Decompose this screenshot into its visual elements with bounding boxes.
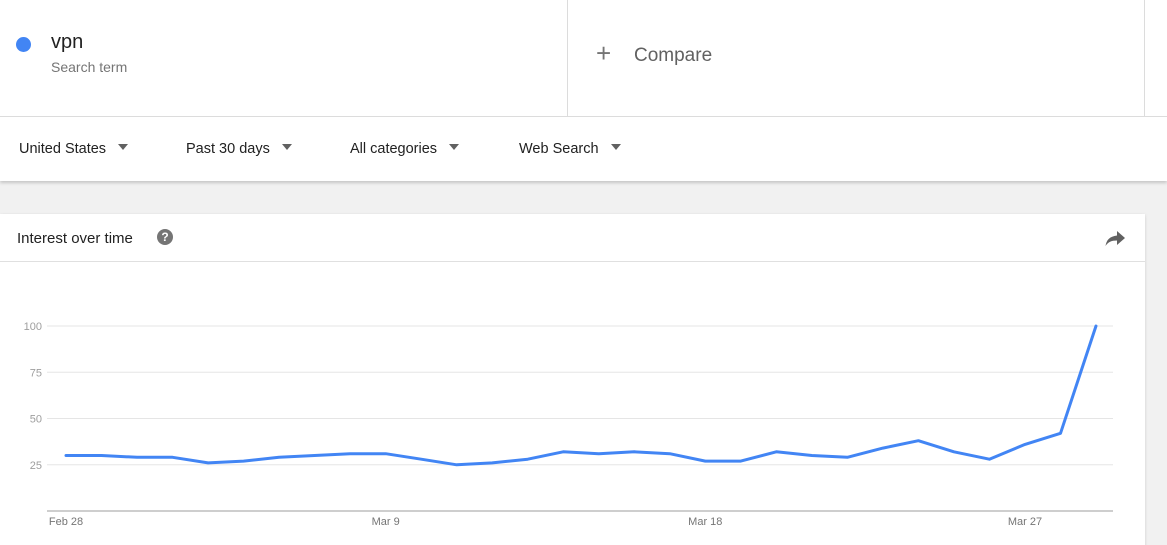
series-line-vpn bbox=[64, 324, 1098, 467]
category-dropdown[interactable]: All categories bbox=[350, 141, 460, 157]
data-point-mar-6 bbox=[278, 456, 281, 459]
data-point-mar-14 bbox=[562, 450, 565, 453]
data-point-mar-3 bbox=[171, 456, 174, 459]
search-term-name[interactable]: vpn bbox=[51, 31, 83, 54]
data-point-mar-7 bbox=[313, 454, 316, 457]
search-type-dropdown-label: Web Search bbox=[519, 141, 599, 157]
data-point-mar-18 bbox=[704, 460, 707, 463]
data-point-mar-20 bbox=[775, 450, 778, 453]
data-point-mar-15 bbox=[597, 452, 600, 455]
data-point-mar-25 bbox=[952, 450, 955, 453]
search-term-subtitle: Search term bbox=[51, 59, 128, 75]
filter-bar: United States Past 30 days All categorie… bbox=[0, 116, 1167, 181]
data-point-mar-12 bbox=[491, 461, 494, 464]
data-point-mar-9 bbox=[384, 452, 387, 455]
interest-line-chart: 25 50 75 100 Feb 28 Mar 9 Mar 18 Mar 27 bbox=[24, 321, 1113, 528]
data-point-mar-17 bbox=[668, 452, 671, 455]
region-dropdown-label: United States bbox=[19, 141, 107, 157]
data-point-mar-11 bbox=[455, 463, 458, 466]
data-point-mar-10 bbox=[420, 458, 423, 461]
explore-header: vpn Search term + Compare United States … bbox=[0, 0, 1167, 181]
data-point-mar-24 bbox=[917, 439, 920, 442]
dropdown-arrow-icon bbox=[281, 144, 292, 150]
time-range-dropdown[interactable]: Past 30 days bbox=[186, 141, 292, 157]
category-dropdown-label: All categories bbox=[350, 141, 438, 157]
data-point-mar-28 bbox=[1059, 432, 1062, 435]
interest-over-time-card: Interest over time ? 25 50 75 100 Feb 28 Mar … bbox=[0, 214, 1145, 545]
y-tick-label-75: 75 bbox=[30, 367, 42, 379]
x-tick-label-mar-27: Mar 27 bbox=[1008, 516, 1042, 528]
series-color-dot bbox=[16, 37, 31, 52]
data-point-mar-1 bbox=[100, 454, 103, 457]
trends-page: vpn Search term + Compare United States … bbox=[0, 0, 1167, 545]
dropdown-arrow-icon bbox=[118, 144, 129, 150]
data-point-mar-27 bbox=[1023, 443, 1026, 446]
region-dropdown[interactable]: United States bbox=[19, 141, 129, 157]
dropdown-arrow-icon bbox=[610, 144, 621, 150]
data-point-mar-21 bbox=[810, 454, 813, 457]
x-tick-label-mar-18: Mar 18 bbox=[688, 516, 722, 528]
data-point-mar-16 bbox=[633, 450, 636, 453]
search-term-card[interactable]: vpn Search term bbox=[0, 0, 568, 116]
plus-icon: + bbox=[596, 38, 612, 68]
data-point-mar-5 bbox=[242, 460, 245, 463]
data-point-mar-26 bbox=[988, 458, 991, 461]
y-tick-label-50: 50 bbox=[30, 414, 42, 426]
data-point-mar-22 bbox=[846, 456, 849, 459]
y-tick-label-100: 100 bbox=[24, 321, 42, 333]
y-tick-label-25: 25 bbox=[30, 460, 42, 472]
dropdown-arrow-icon bbox=[449, 144, 460, 150]
data-point-mar-8 bbox=[349, 452, 352, 455]
data-point-mar-2 bbox=[136, 456, 139, 459]
time-range-dropdown-label: Past 30 days bbox=[186, 141, 270, 157]
data-point-feb-28 bbox=[65, 454, 68, 457]
data-point-mar-19 bbox=[739, 460, 742, 463]
compare-label: Compare bbox=[634, 45, 713, 66]
data-point-mar-29 bbox=[1095, 325, 1098, 328]
data-point-mar-4 bbox=[207, 461, 210, 464]
x-tick-label-mar-9: Mar 9 bbox=[372, 516, 400, 528]
search-type-dropdown[interactable]: Web Search bbox=[519, 141, 621, 157]
x-tick-label-feb-28: Feb 28 bbox=[49, 516, 83, 528]
data-point-mar-13 bbox=[526, 458, 529, 461]
data-point-mar-23 bbox=[881, 447, 884, 450]
compare-button[interactable]: + Compare bbox=[568, 0, 1145, 116]
